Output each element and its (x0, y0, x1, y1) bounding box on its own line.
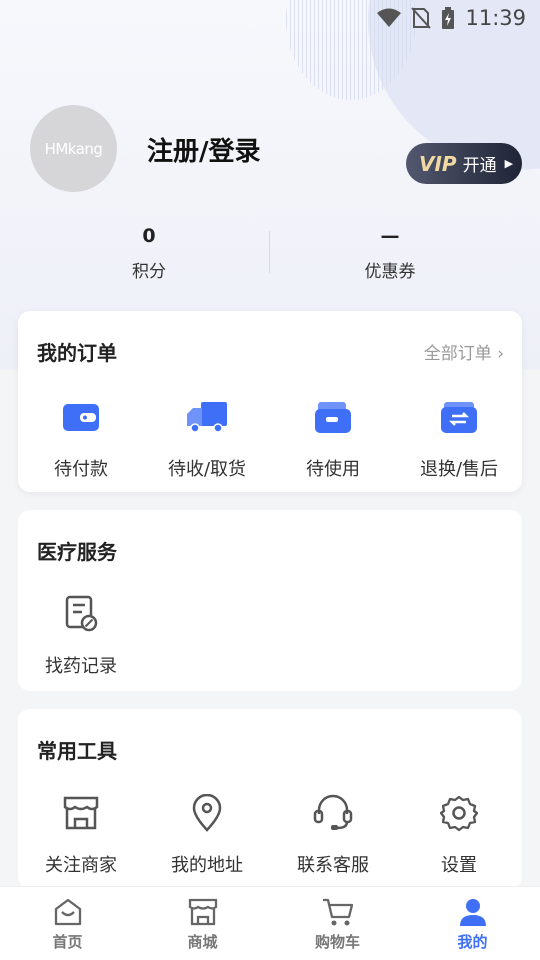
caret-right-icon: ▶ (504, 157, 514, 170)
tool-item-label: 联系客服 (297, 855, 369, 876)
stat-points[interactable]: 0 积分 (49, 225, 249, 282)
followed-stores[interactable]: 关注商家 (18, 791, 144, 877)
medicine-search-record[interactable]: 找药记录 (18, 592, 144, 678)
settings[interactable]: 设置 (396, 791, 522, 877)
battery-icon (442, 7, 455, 29)
medical-services-card: 医疗服务 找药记录 (18, 510, 522, 691)
avatar[interactable]: HMkang (30, 105, 117, 192)
tab-label: 购物车 (314, 933, 360, 951)
headset-icon (313, 794, 353, 830)
orders-card: 我的订单 全部订单 › 待付款 待收/取货 待使用 退换/售后 (18, 311, 522, 492)
all-orders-link[interactable]: 全部订单 › (424, 339, 504, 364)
no-sim-icon (411, 7, 432, 29)
order-item-label: 退换/售后 (419, 459, 499, 480)
coupons-label: 优惠券 (364, 262, 416, 282)
home-icon (54, 898, 81, 926)
chevron-right-icon: › (497, 344, 504, 364)
stat-divider (269, 231, 270, 273)
gear-icon (440, 795, 478, 832)
vip-open-label: 开通 (462, 156, 497, 176)
orders-title: 我的订单 (37, 341, 117, 365)
location-pin-icon (192, 794, 222, 832)
vip-badge: VIP (419, 151, 457, 176)
my-address[interactable]: 我的地址 (144, 791, 270, 877)
tools-title: 常用工具 (37, 739, 117, 763)
contact-support[interactable]: 联系客服 (270, 791, 396, 877)
stat-coupons[interactable]: — 优惠券 (290, 225, 490, 282)
order-pending-payment[interactable]: 待付款 (18, 395, 144, 481)
tool-item-label: 我的地址 (171, 855, 243, 876)
medical-item-label: 找药记录 (45, 656, 117, 677)
store-icon (63, 796, 99, 830)
order-item-label: 待付款 (54, 459, 108, 480)
medical-title: 医疗服务 (37, 540, 117, 564)
tab-label: 商城 (187, 933, 218, 951)
order-after-sales[interactable]: 退换/售后 (396, 395, 522, 481)
avatar-logo-text: HMkang (44, 139, 103, 158)
tab-mall[interactable]: 商城 (135, 895, 270, 952)
tab-label: 首页 (52, 933, 83, 951)
stats-row: 0 积分 — 优惠券 (0, 225, 540, 285)
tab-mine[interactable]: 我的 (405, 895, 540, 952)
order-pending-delivery[interactable]: 待收/取货 (144, 395, 270, 481)
wallet-icon (63, 404, 99, 431)
tool-item-label: 设置 (441, 855, 477, 876)
user-icon (459, 899, 486, 926)
tab-label: 我的 (457, 933, 488, 951)
truck-icon (187, 402, 227, 433)
wifi-icon (377, 8, 402, 27)
card-wallet-icon (315, 402, 351, 433)
tab-home[interactable]: 首页 (0, 895, 135, 952)
all-orders-label: 全部订单 (423, 344, 492, 364)
points-label: 积分 (132, 262, 166, 282)
tool-item-label: 关注商家 (45, 855, 117, 876)
common-tools-card: 常用工具 关注商家 我的地址 联系客服 设置 (18, 709, 522, 889)
bottom-tab-bar: 首页 商城 购物车 我的 (0, 886, 540, 960)
coupons-value: — (380, 225, 400, 247)
status-bar: 11:39 (0, 0, 540, 36)
order-to-use[interactable]: 待使用 (270, 395, 396, 481)
prescription-record-icon (65, 595, 98, 632)
login-register-link[interactable]: 注册/登录 (147, 131, 261, 168)
vip-open-button[interactable]: VIP 开通 ▶ (406, 143, 522, 184)
order-item-label: 待使用 (306, 459, 360, 480)
cart-icon (322, 898, 353, 926)
tab-cart[interactable]: 购物车 (270, 895, 405, 952)
points-value: 0 (142, 225, 156, 247)
status-time: 11:39 (465, 6, 526, 30)
exchange-icon (441, 402, 477, 433)
shop-icon (188, 898, 217, 926)
order-item-label: 待收/取货 (167, 459, 247, 480)
